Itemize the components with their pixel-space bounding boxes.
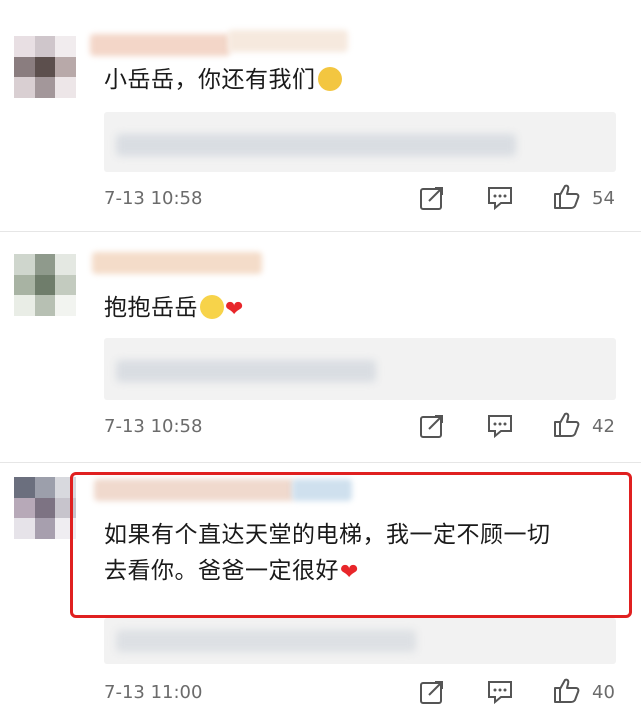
thumbs-up-icon[interactable] bbox=[552, 182, 580, 210]
like-count: 54 bbox=[592, 188, 615, 209]
like-count: 42 bbox=[592, 416, 615, 437]
thumbs-up-icon[interactable] bbox=[552, 410, 580, 438]
comment-icon[interactable] bbox=[486, 678, 514, 706]
avatar[interactable] bbox=[14, 36, 76, 98]
username-blurred[interactable] bbox=[90, 34, 230, 56]
comment-2: 抱抱岳岳 ❤ 7-13 10:58 42 bbox=[0, 232, 641, 462]
like-count: 40 bbox=[592, 682, 615, 703]
comment-icon[interactable] bbox=[486, 184, 514, 212]
avatar[interactable] bbox=[14, 477, 76, 539]
share-icon[interactable] bbox=[418, 412, 446, 440]
comment-icon[interactable] bbox=[486, 412, 514, 440]
comment-text: 抱抱岳岳 ❤ bbox=[104, 290, 244, 328]
reply-preview[interactable] bbox=[104, 112, 616, 172]
comment-text: 小岳岳，你还有我们 bbox=[104, 62, 342, 98]
highlight-box bbox=[70, 472, 632, 618]
crying-face-icon bbox=[317, 67, 342, 91]
sad-face-icon bbox=[200, 295, 224, 319]
timestamp: 7-13 11:00 bbox=[104, 682, 203, 703]
red-heart-icon: ❤ bbox=[225, 297, 244, 322]
username-blurred-2 bbox=[228, 30, 348, 52]
timestamp: 7-13 10:58 bbox=[104, 416, 203, 437]
thumbs-up-icon[interactable] bbox=[552, 676, 580, 704]
username-blurred[interactable] bbox=[92, 252, 262, 274]
timestamp: 7-13 10:58 bbox=[104, 188, 203, 209]
share-icon[interactable] bbox=[418, 184, 446, 212]
reply-preview[interactable] bbox=[104, 618, 616, 664]
reply-preview[interactable] bbox=[104, 338, 616, 400]
avatar[interactable] bbox=[14, 254, 76, 316]
comment-1: 小岳岳，你还有我们 7-13 10:58 54 bbox=[0, 0, 641, 230]
share-icon[interactable] bbox=[418, 678, 446, 706]
